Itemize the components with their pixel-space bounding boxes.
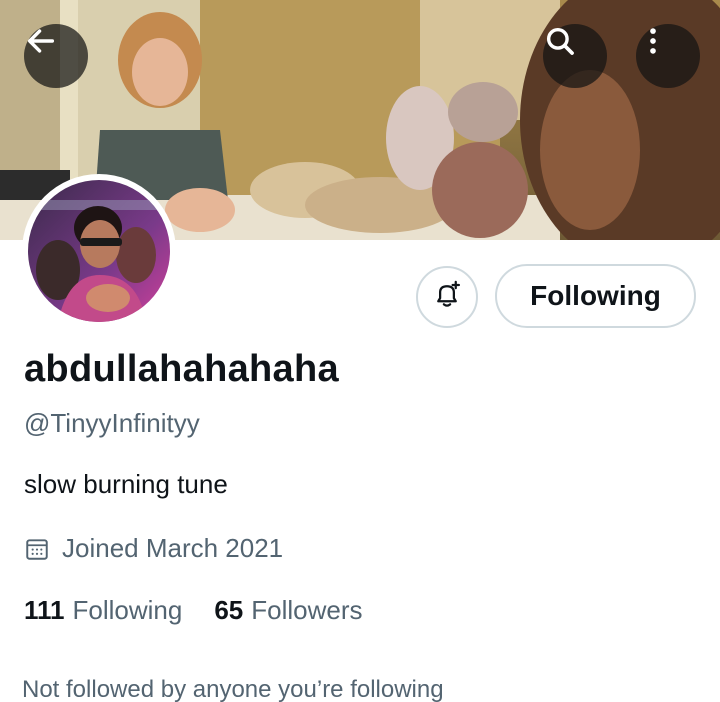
following-label: Following xyxy=(72,595,183,625)
profile-bio: slow burning tune xyxy=(24,469,228,499)
following-button[interactable]: Following xyxy=(495,264,696,328)
following-stat-link[interactable]: 111 Following xyxy=(24,595,182,626)
display-name: abdullahahahaha xyxy=(24,348,339,390)
notify-button[interactable] xyxy=(416,266,478,328)
following-count: 111 xyxy=(24,595,65,625)
search-button[interactable] xyxy=(543,24,607,88)
followers-stat-link[interactable]: 65 Followers xyxy=(214,595,362,626)
followers-count: 65 xyxy=(214,595,244,625)
bell-plus-icon xyxy=(432,280,462,315)
calendar-icon xyxy=(24,536,50,562)
followers-label: Followers xyxy=(251,595,363,625)
avatar[interactable] xyxy=(22,174,176,328)
avatar-image xyxy=(28,180,170,322)
more-options-button[interactable] xyxy=(636,24,700,88)
user-handle: @TinyyInfinityy xyxy=(24,408,200,438)
follow-stats: 111 Following 65 Followers xyxy=(24,595,395,626)
back-button[interactable] xyxy=(24,24,88,88)
joined-text: Joined March 2021 xyxy=(62,533,284,563)
followed-by-notice: Not followed by anyone you’re following xyxy=(22,676,444,702)
joined-date: Joined March 2021 xyxy=(24,533,283,564)
